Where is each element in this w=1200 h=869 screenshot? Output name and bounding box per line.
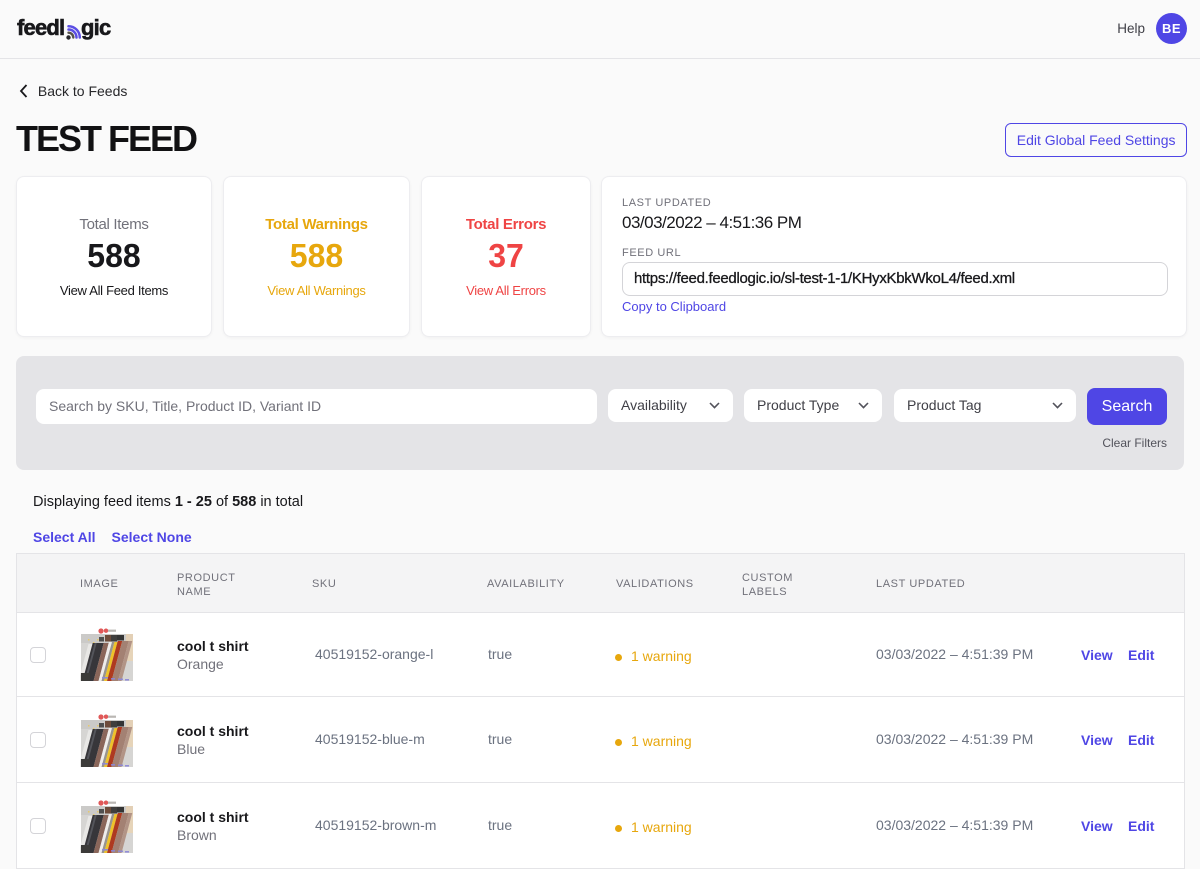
svg-text:feedl: feedl [17, 15, 64, 40]
svg-text:gic: gic [81, 15, 111, 40]
